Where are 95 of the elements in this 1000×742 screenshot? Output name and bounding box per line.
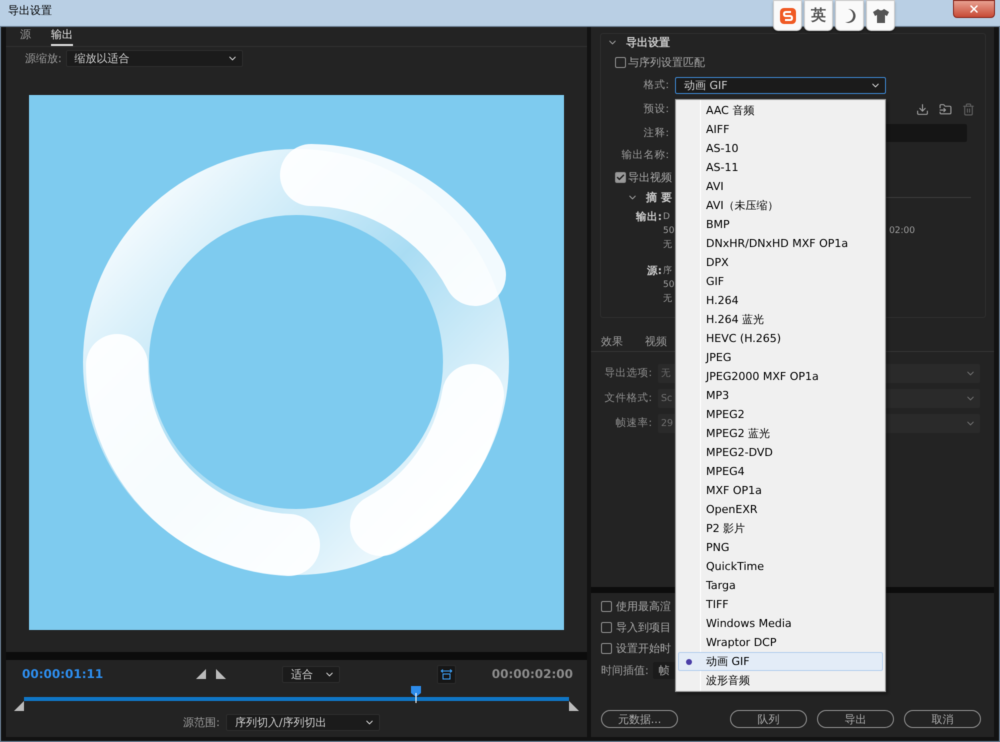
- menu-item[interactable]: MPEG4: [678, 462, 883, 481]
- summary-text: 02:00: [889, 225, 915, 238]
- field-label: 时间插值:: [601, 662, 649, 678]
- dialog-button[interactable]: 取消: [904, 710, 981, 728]
- section-title: 摘 要: [646, 190, 672, 204]
- window-title: 导出设置: [8, 3, 52, 18]
- summary-text: 序: [663, 264, 672, 278]
- menu-item[interactable]: 波形音频: [678, 671, 883, 690]
- menu-item[interactable]: P2 影片: [678, 519, 883, 538]
- summary-text: 50: [663, 225, 674, 238]
- field-label: 源范围:: [183, 714, 220, 730]
- checkbox[interactable]: [615, 56, 626, 68]
- logo-key[interactable]: [773, 0, 802, 31]
- menu-item[interactable]: AS-11: [678, 158, 883, 177]
- field-label: 导出选项:: [603, 366, 652, 380]
- mark-in-button[interactable]: [195, 668, 208, 680]
- menu-item[interactable]: AAC 音频: [678, 101, 883, 120]
- download-icon[interactable]: [916, 102, 929, 116]
- menu-item[interactable]: MPEG2-DVD: [678, 443, 883, 462]
- close-button[interactable]: [953, 0, 995, 18]
- checkbox-label: 设置开始时: [616, 640, 671, 656]
- summary-label: 源:: [646, 264, 663, 279]
- section-title: 导出设置: [626, 34, 670, 50]
- menu-item[interactable]: DPX: [678, 253, 883, 272]
- field-label: 帧速率:: [614, 416, 652, 430]
- checkbox[interactable]: [601, 622, 612, 632]
- menu-item[interactable]: HEVC (H.265): [678, 329, 883, 348]
- tab[interactable]: 源: [20, 27, 31, 46]
- menu-item[interactable]: AVI（未压缩）: [678, 196, 883, 215]
- folder-import-icon[interactable]: [939, 102, 952, 116]
- field-label: 输出名称:: [620, 148, 669, 162]
- mark-out-button[interactable]: [215, 668, 228, 680]
- playhead-handle[interactable]: [410, 686, 422, 703]
- tab[interactable]: 视频: [645, 334, 667, 349]
- menu-item[interactable]: 动画 GIF: [678, 652, 883, 671]
- duration-timecode: 00:00:02:00: [492, 667, 573, 681]
- menu-item[interactable]: AVI: [678, 177, 883, 196]
- skin-key[interactable]: [866, 0, 895, 31]
- menu-item[interactable]: PNG: [678, 538, 883, 557]
- out-point-icon[interactable]: [569, 701, 579, 711]
- field-label: 预设:: [642, 102, 669, 116]
- checkbox-label: 导入到项目: [616, 620, 671, 634]
- fit-icon[interactable]: [437, 664, 456, 684]
- zoom-select[interactable]: 适合: [282, 666, 340, 682]
- menu-item[interactable]: AS-10: [678, 139, 883, 158]
- summary-text: 无: [663, 239, 672, 252]
- menu-item[interactable]: TIFF: [678, 595, 883, 614]
- menu-item[interactable]: MP3: [678, 386, 883, 405]
- delete-icon[interactable]: [962, 102, 975, 116]
- tab[interactable]: 输出: [51, 27, 73, 46]
- menu-item[interactable]: GIF: [678, 272, 883, 291]
- in-point-icon[interactable]: [14, 701, 24, 711]
- format-select[interactable]: 动画 GIF: [675, 76, 886, 94]
- checkbox-label: 使用最高渲: [616, 598, 671, 614]
- summary-text: D: [663, 211, 670, 224]
- field-label: 格式:: [642, 78, 669, 92]
- menu-item[interactable]: Windows Media: [678, 614, 883, 633]
- range-select[interactable]: 序列切入/序列切出: [226, 714, 380, 730]
- dialog-button[interactable]: 导出: [817, 710, 894, 728]
- tab[interactable]: 效果: [601, 334, 623, 349]
- menu-item[interactable]: BMP: [678, 215, 883, 234]
- dialog-button[interactable]: 队列: [730, 710, 807, 728]
- summary-label: 输出:: [634, 210, 663, 225]
- menu-item[interactable]: MPEG2 蓝光: [678, 424, 883, 443]
- checkbox-label: 导出视频: [628, 170, 672, 184]
- shirt-icon: [872, 8, 890, 24]
- field-label: 文件格式:: [603, 391, 652, 405]
- close-icon: [968, 3, 980, 15]
- moon-key[interactable]: [835, 0, 864, 31]
- checkbox[interactable]: [615, 172, 626, 182]
- dialog-button[interactable]: 元数据...: [601, 710, 678, 728]
- menu-item[interactable]: JPEG: [678, 348, 883, 367]
- scale-select[interactable]: 缩放以适合: [66, 50, 243, 66]
- field-label: 源缩放:: [25, 50, 62, 66]
- menu-item[interactable]: JPEG2000 MXF OP1a: [678, 367, 883, 386]
- timeline-track[interactable]: [24, 686, 569, 703]
- menu-item[interactable]: QuickTime: [678, 557, 883, 576]
- menu-item[interactable]: MXF OP1a: [678, 481, 883, 500]
- menu-item[interactable]: AIFF: [678, 120, 883, 139]
- menu-item[interactable]: H.264 蓝光: [678, 310, 883, 329]
- current-timecode: 00:00:01:11: [22, 667, 104, 681]
- menu-item[interactable]: H.264: [678, 291, 883, 310]
- logo-icon: [778, 6, 796, 24]
- menu-item[interactable]: DNxHR/DNxHD MXF OP1a: [678, 234, 883, 253]
- field-label: 注释:: [642, 126, 669, 140]
- menu-item[interactable]: OpenEXR: [678, 500, 883, 519]
- menu-item[interactable]: Targa: [678, 576, 883, 595]
- checkbox[interactable]: [601, 642, 612, 654]
- checkbox[interactable]: [601, 600, 612, 612]
- menu-item[interactable]: Wraptor DCP: [678, 633, 883, 652]
- summary-text: 无: [663, 293, 672, 306]
- checkbox-label: 与序列设置匹配: [628, 54, 705, 70]
- summary-text: 50: [663, 279, 674, 292]
- language-key[interactable]: 英: [804, 0, 833, 31]
- menu-item[interactable]: MPEG2: [678, 405, 883, 424]
